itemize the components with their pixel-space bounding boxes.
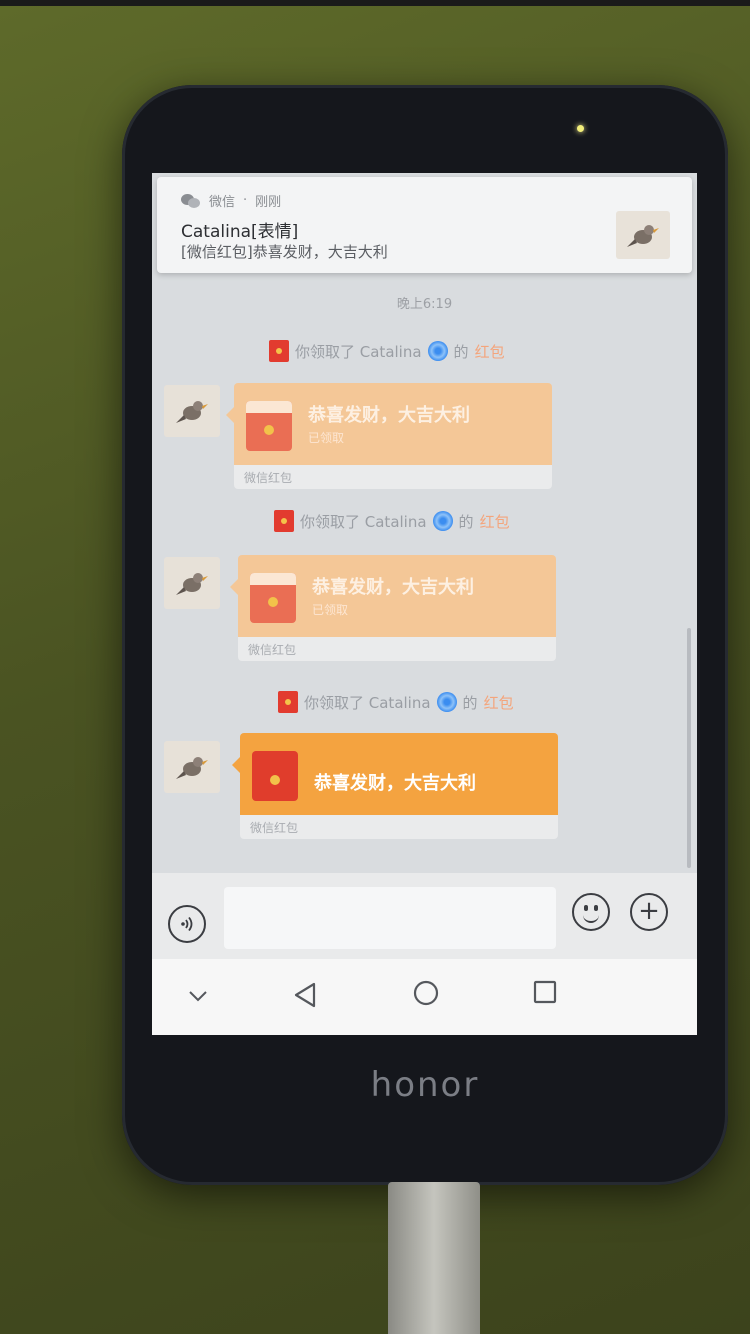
red-packet-small-icon [269, 340, 289, 362]
notification-body: [微信红包]恭喜发财，大吉大利 [181, 243, 388, 261]
red-packet-message-unopened[interactable]: 恭喜发财，大吉大利 微信红包 [232, 733, 558, 845]
voice-icon[interactable] [168, 905, 206, 943]
red-packet-small-icon [274, 510, 294, 532]
notification-banner[interactable]: 微信 · 刚刚 Catalina[表情] [微信红包]恭喜发财，大吉大利 [157, 177, 692, 273]
avatar[interactable] [164, 385, 220, 437]
usb-cable [388, 1182, 480, 1334]
red-packet-footer: 微信红包 [238, 637, 556, 661]
notification-when: 刚刚 [255, 195, 282, 210]
system-message-text: 你领取了 Catalina [295, 342, 422, 361]
system-message: 你领取了 Catalina 的 红包 [278, 691, 514, 713]
avatar[interactable] [164, 557, 220, 609]
notification-avatar [616, 211, 670, 259]
notification-dot: · [243, 193, 248, 208]
red-packet-status: 已领取 [308, 431, 345, 445]
system-message-text: 你领取了 Catalina [304, 693, 431, 712]
red-packet-greeting: 恭喜发财，大吉大利 [308, 405, 470, 426]
red-envelope-icon [246, 401, 292, 451]
red-packet-message[interactable]: 恭喜发财，大吉大利 已领取 微信红包 [226, 383, 552, 495]
system-message: 你领取了 Catalina 的 红包 [269, 340, 505, 362]
bird-icon [627, 225, 659, 247]
video-top-border [0, 0, 750, 6]
red-packet-greeting: 恭喜发财，大吉大利 [314, 773, 476, 794]
system-message-suffix: 的 [462, 693, 478, 712]
red-packet-link[interactable]: 红包 [484, 692, 514, 713]
back-icon[interactable] [292, 981, 318, 1009]
red-packet-greeting: 恭喜发财，大吉大利 [312, 577, 474, 598]
chat-timestamp: 晚上6:19 [396, 297, 453, 312]
bird-icon [176, 757, 208, 779]
red-envelope-icon [250, 573, 296, 623]
system-message-text: 你领取了 Catalina [300, 512, 427, 531]
red-packet-link[interactable]: 红包 [480, 511, 510, 532]
red-packet-footer-label: 微信红包 [250, 821, 299, 835]
chevron-down-icon[interactable] [188, 989, 208, 1003]
system-message-suffix: 的 [453, 342, 469, 361]
chat-input-bar: + [152, 873, 697, 959]
sound-wave-glyph [181, 916, 193, 932]
swirl-emoji-icon [427, 341, 448, 361]
system-message-suffix: 的 [458, 512, 474, 531]
emoji-icon[interactable] [572, 893, 610, 931]
phone-body: 微信 · 刚刚 Catalina[表情] [微信红包]恭喜发财，大吉大利 晚上6… [122, 85, 728, 1185]
notification-header: 微信 · 刚刚 [181, 191, 281, 210]
brand-logo: honor [370, 1065, 480, 1105]
wechat-icon [181, 193, 201, 209]
system-message: 你领取了 Catalina 的 红包 [274, 510, 510, 532]
bubble-tail [230, 579, 238, 595]
red-packet-status: 已领取 [312, 603, 349, 617]
android-nav-bar [152, 959, 697, 1035]
red-packet-link[interactable]: 红包 [475, 341, 505, 362]
red-packet-footer-label: 微信红包 [248, 643, 297, 657]
message-input[interactable] [224, 887, 556, 949]
red-packet-small-icon [278, 691, 298, 713]
red-envelope-icon [252, 751, 298, 801]
bubble-tail [232, 757, 240, 773]
red-packet-message[interactable]: 恭喜发财，大吉大利 已领取 微信红包 [230, 555, 556, 667]
bird-icon [176, 573, 208, 595]
notification-title: Catalina[表情] [181, 222, 299, 242]
home-icon[interactable] [412, 979, 440, 1007]
recents-icon[interactable] [532, 979, 558, 1005]
avatar[interactable] [164, 741, 220, 793]
plus-icon[interactable]: + [630, 893, 668, 931]
phone-screen: 微信 · 刚刚 Catalina[表情] [微信红包]恭喜发财，大吉大利 晚上6… [152, 173, 697, 1035]
swirl-emoji-icon [432, 511, 453, 531]
red-packet-footer: 微信红包 [234, 465, 552, 489]
notification-led [577, 125, 584, 132]
swirl-emoji-icon [436, 692, 457, 712]
bird-icon [176, 401, 208, 423]
scrollbar[interactable] [687, 628, 691, 868]
red-packet-footer-label: 微信红包 [244, 471, 293, 485]
notification-app: 微信 [209, 195, 236, 210]
red-packet-footer: 微信红包 [240, 815, 558, 839]
bubble-tail [226, 407, 234, 423]
